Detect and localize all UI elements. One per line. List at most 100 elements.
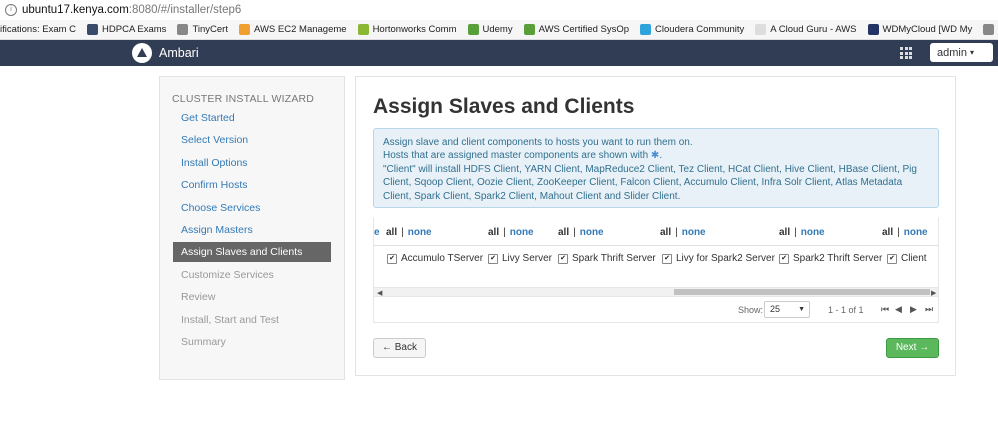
bookmark-item[interactable]: Hortonworks Comm [357,24,457,35]
select-all-link[interactable]: all [779,227,790,238]
component-label: Livy Server [502,253,553,264]
user-menu-button[interactable]: admin ▾ [930,43,993,62]
next-page-icon[interactable]: ▶ [910,304,917,315]
sidebar-step-10: Summary [181,336,226,348]
component-checkbox[interactable]: ✔ Livy Server [488,253,552,264]
bookmark-label: Udemy [482,24,513,35]
cloudera-icon [640,24,652,35]
udemy-icon [467,24,479,35]
component-checkbox[interactable]: ✔ Accumulo TServer [387,253,483,264]
wizard-title: CLUSTER INSTALL WIZARD [172,93,315,105]
wd-icon [867,24,879,35]
select-none-link[interactable]: none [408,227,432,238]
ambari-logo-icon[interactable] [132,43,152,63]
component-label: Livy for Spark2 Server [676,253,775,264]
bookmarks-bar: ifications: Exam C HDPCA Exams TinyCert AWS… [0,20,998,40]
bookmark-item[interactable]: WDMyCloud [WD My [867,24,972,35]
sidebar-step-0[interactable]: Get Started [173,108,331,128]
component-checkbox[interactable]: ✔ Spark Thrift Server [558,253,656,264]
bookmark-label: A Cloud Guru - AWS [770,24,857,35]
select-all-link[interactable]: all [488,227,499,238]
horizontal-scrollbar[interactable]: ◀ ▶ [374,287,938,297]
url-text[interactable]: ubuntu17.kenya.com:8080/#/installer/step… [22,4,241,16]
checkbox-checked-icon[interactable]: ✔ [662,253,672,264]
previous-page-icon[interactable]: ◀ [895,304,902,315]
component-checkbox[interactable]: ✔ Livy for Spark2 Server [662,253,775,264]
scrollbar-thumb[interactable] [674,289,930,295]
all-none-selector: all | none [558,227,604,238]
select-caret-icon: ▼ [798,306,805,313]
select-all-link[interactable]: all [386,227,397,238]
bookmark-item[interactable]: AWS EC2 Manageme [238,24,347,35]
select-all-link[interactable]: all [558,227,569,238]
checkbox-checked-icon[interactable]: ✔ [488,253,498,264]
all-none-selector: all | none [779,227,825,238]
bookmark-item[interactable]: A Cloud Guru - AWS [755,24,857,35]
bookmark-item[interactable]: TinyCert [177,24,228,35]
alert-line-1: Assign slave and client components to ho… [383,137,693,148]
hortonworks-icon [357,24,369,35]
brand-name[interactable]: Ambari [159,46,199,60]
alert-line-2: Hosts that are assigned master component… [383,150,663,162]
scroll-right-icon[interactable]: ▶ [931,289,936,297]
bookmark-item[interactable]: UPC Connect Box [983,24,998,35]
cloud-icon [755,24,767,35]
component-label: Client [901,253,927,264]
scroll-left-icon[interactable]: ◀ [377,289,382,297]
browser-address-bar[interactable]: i ubuntu17.kenya.com:8080/#/installer/st… [0,0,998,21]
page-title: Assign Slaves and Clients [373,95,635,118]
sidebar-step-6[interactable]: Assign Slaves and Clients [173,242,331,263]
bookmark-item[interactable]: HDPCA Exams [87,24,166,35]
scrolled-column-edge[interactable]: e [374,227,380,238]
checkbox-checked-icon[interactable]: ✔ [887,253,897,264]
wizard-sidebar: CLUSTER INSTALL WIZARD Get Started Select… [159,76,345,380]
next-button[interactable]: Next → [886,338,939,358]
component-label: Accumulo TServer [401,253,484,264]
bookmark-label: AWS EC2 Manageme [253,24,347,35]
select-none-link[interactable]: none [580,227,604,238]
select-none-link[interactable]: none [510,227,534,238]
assignment-grid: e ◀ ▶ Show: 25 ▼ 1 - 1 of 1 ⏮ ◀ ▶ ⏭ all |… [373,217,939,323]
bookmark-label: ifications: Exam C [0,24,77,35]
component-checkbox[interactable]: ✔ Client [887,253,927,264]
component-label: Spark2 Thrift Server [793,253,883,264]
pagination-count: 1 - 1 of 1 [828,305,864,315]
bookmark-label: Cloudera Community [655,24,745,35]
bookmark-item[interactable]: Udemy [467,24,513,35]
select-all-link[interactable]: all [882,227,893,238]
first-page-icon[interactable]: ⏮ [881,304,889,315]
component-checkbox[interactable]: ✔ Spark2 Thrift Server [779,253,882,264]
page-size-select[interactable]: 25 ▼ [764,301,810,318]
apps-grid-icon[interactable] [900,47,913,59]
caret-down-icon: ▾ [969,48,974,57]
separator: | [503,227,506,238]
page-size-value: 25 [770,304,781,314]
all-none-selector: all | none [882,227,928,238]
select-none-link[interactable]: none [904,227,928,238]
checkbox-checked-icon[interactable]: ✔ [558,253,568,264]
main-panel: Assign Slaves and Clients Assign slave a… [355,76,956,376]
last-page-icon[interactable]: ⏭ [925,304,933,315]
sidebar-step-2[interactable]: Install Options [173,153,331,173]
top-navbar: Ambari admin ▾ [0,40,998,66]
sidebar-step-1[interactable]: Select Version [173,130,331,150]
select-none-link[interactable]: none [801,227,825,238]
document-icon [983,24,995,35]
sidebar-step-4[interactable]: Choose Services [173,198,331,218]
separator: | [573,227,576,238]
sidebar-step-5[interactable]: Assign Masters [173,220,331,240]
separator: | [675,227,678,238]
bookmark-item[interactable]: ifications: Exam C [0,24,76,35]
bookmark-label: Hortonworks Comm [372,24,457,35]
bookmark-label: AWS Certified SysOp [538,24,630,35]
select-all-link[interactable]: all [660,227,671,238]
all-none-selector: all | none [386,227,432,238]
info-icon[interactable]: i [5,4,17,16]
checkbox-checked-icon[interactable]: ✔ [387,253,397,264]
bookmark-item[interactable]: AWS Certified SysOp [523,24,630,35]
checkbox-checked-icon[interactable]: ✔ [779,253,789,264]
bookmark-item[interactable]: Cloudera Community [640,24,744,35]
back-button[interactable]: ← Back [373,338,426,358]
sidebar-step-3[interactable]: Confirm Hosts [173,175,331,195]
select-none-link[interactable]: none [682,227,706,238]
